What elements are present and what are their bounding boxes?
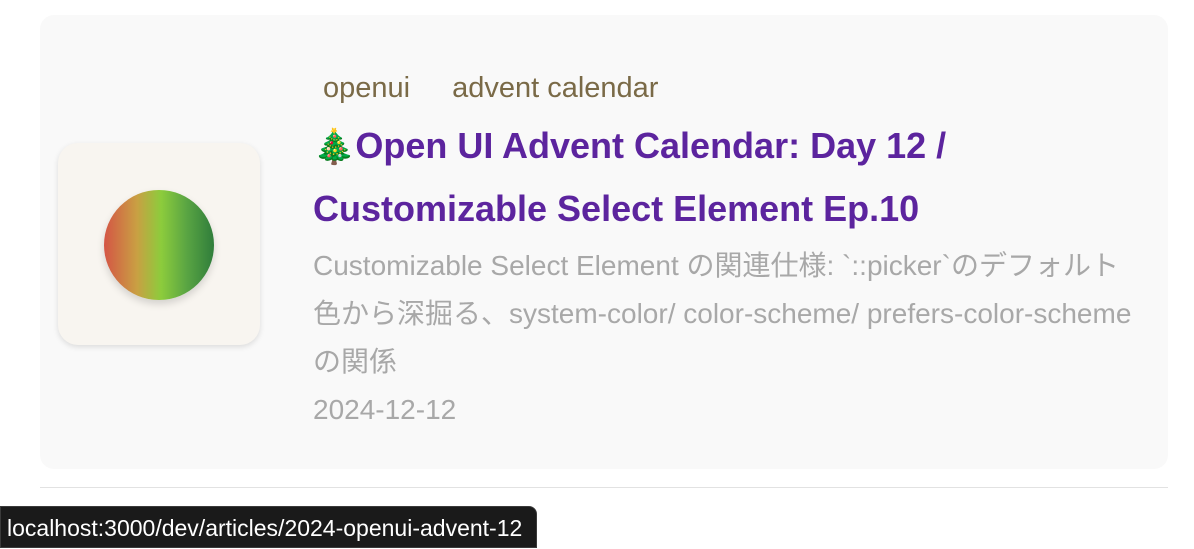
article-title-link[interactable]: 🎄Open UI Advent Calendar: Day 12 / Custo… (313, 115, 1143, 240)
article-description: Customizable Select Element の関連仕様: `::pi… (313, 250, 1132, 377)
christmas-tree-icon: 🎄 (313, 128, 356, 166)
tag-list: openui advent calendar (313, 69, 1143, 107)
article-thumbnail[interactable] (58, 143, 260, 345)
status-bar-url: localhost:3000/dev/articles/2024-openui-… (0, 506, 538, 548)
divider (40, 487, 1168, 488)
article-title: Open UI Advent Calendar: Day 12 / Custom… (313, 125, 947, 229)
tag-openui[interactable]: openui (313, 72, 420, 105)
article-card[interactable]: openui advent calendar 🎄Open UI Advent C… (40, 15, 1168, 469)
article-content: openui advent calendar 🎄Open UI Advent C… (313, 69, 1143, 434)
tag-advent-calendar[interactable]: advent calendar (442, 72, 668, 105)
article-date: 2024-12-12 (313, 394, 457, 425)
gradient-orb-icon (104, 190, 214, 300)
